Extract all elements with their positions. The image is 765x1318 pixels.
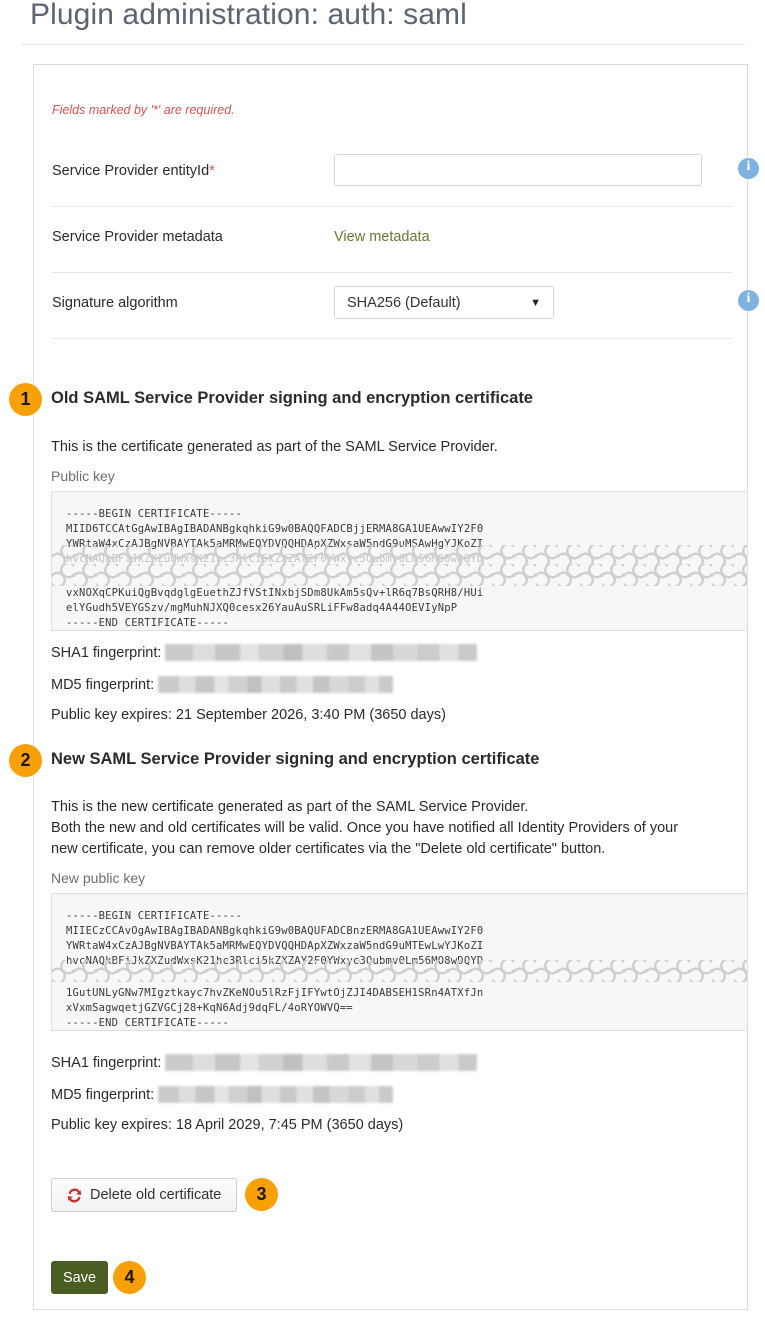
new-key-expiry: Public key expires: 18 April 2029, 7:45 … [51, 1117, 404, 1133]
label-metadata: Service Provider metadata [52, 229, 223, 245]
label-entityid-text: Service Provider entityId [52, 163, 210, 179]
md5-value-redacted [158, 676, 394, 693]
section-heading-old-certificate: Old SAML Service Provider signing and en… [51, 389, 533, 407]
title-divider [22, 44, 745, 45]
info-icon[interactable] [738, 290, 759, 311]
cert-line: YWRtaW4xCzAJBgNVBAYTAk5aMRMwEQYDVQQHDApX… [66, 538, 484, 550]
cert-line: vxNOXqCPKuiQgBvqdglgEuethZJfVStINxbjSDm8… [66, 587, 484, 599]
new-certificate-box[interactable]: -----BEGIN CERTIFICATE----- MIIECzCCAvOg… [51, 893, 748, 1031]
public-key-label: Public key [51, 468, 115, 484]
sha1-value-redacted [165, 644, 478, 661]
cert-line: MIIECzCCAvOgAwIBAgIBADANBgkqhkiG9w0BAQUF… [66, 925, 484, 937]
chevron-down-icon: ▼ [530, 297, 541, 309]
section-description-old: This is the certificate generated as par… [51, 439, 498, 455]
cert-line: elYGudh5VEYGSzv/mgMuhNJXQ0cesx26YauAuSRL… [66, 602, 458, 614]
label-entityid: Service Provider entityId* [52, 163, 215, 179]
page-title: Plugin administration: auth: saml [30, 0, 467, 31]
redaction-gap [52, 564, 747, 570]
cert-line: -----BEGIN CERTIFICATE----- [66, 508, 243, 520]
form-row-signature-algorithm: Signature algorithm SHA256 (Default) ▼ [52, 273, 759, 339]
new-sha1-fingerprint: SHA1 fingerprint: [51, 1054, 478, 1071]
cert-line: xVxmSagwqetjGZVGCj28+KqN6Adj9dqFL/4oRYOW… [66, 1002, 353, 1014]
delete-old-certificate-label: Delete old certificate [90, 1187, 222, 1203]
section-heading-new-certificate: New SAML Service Provider signing and en… [51, 750, 540, 768]
old-key-expiry: Public key expires: 21 September 2026, 3… [51, 707, 446, 723]
md5-label: MD5 fingerprint: [51, 677, 155, 693]
cert-line: -----END CERTIFICATE----- [66, 617, 230, 629]
cert-line: MIID6TCCAtGgAwIBAgIBADANBgkqhkiG9w0BAQQF… [66, 523, 484, 535]
step-badge-4: 4 [113, 1261, 146, 1294]
description-line-2: Both the new and old certificates will b… [51, 820, 679, 836]
save-button[interactable]: Save [51, 1261, 108, 1294]
cert-line: YWRtaW4xCzAJBgNVBAYTAk5aMRMwEQYDVQQHDApX… [66, 940, 484, 952]
form-row-entityid: Service Provider entityId* [52, 141, 759, 207]
md5-label: MD5 fingerprint: [51, 1087, 155, 1103]
old-md5-fingerprint: MD5 fingerprint: [51, 676, 394, 693]
old-certificate-box[interactable]: -----BEGIN CERTIFICATE----- MIID6TCCAtGg… [51, 491, 748, 631]
sha1-label: SHA1 fingerprint: [51, 1055, 162, 1071]
old-sha1-fingerprint: SHA1 fingerprint: [51, 644, 478, 661]
required-asterisk: * [209, 163, 215, 179]
new-public-key-label: New public key [51, 870, 146, 886]
new-md5-fingerprint: MD5 fingerprint: [51, 1086, 394, 1103]
required-fields-note: Fields marked by '*' are required. [52, 103, 235, 117]
delete-old-certificate-button[interactable]: Delete old certificate [51, 1178, 237, 1212]
step-badge-2: 2 [9, 744, 42, 777]
signature-algorithm-select[interactable]: SHA256 (Default) ▼ [334, 286, 554, 319]
cert-line: 1GutUNLyGNw7MIgztkayc7hvZKeNOu5lRzFjIFYw… [66, 987, 484, 999]
label-signature-algorithm: Signature algorithm [52, 295, 178, 311]
step-badge-3: 3 [245, 1178, 278, 1211]
entityid-input[interactable] [334, 154, 702, 186]
refresh-icon [66, 1187, 83, 1204]
md5-value-redacted [158, 1086, 394, 1103]
info-icon[interactable] [738, 158, 759, 179]
description-line-3: new certificate, you can remove older ce… [51, 841, 606, 857]
sha1-label: SHA1 fingerprint: [51, 645, 162, 661]
form-row-metadata: Service Provider metadata View metadata [52, 207, 732, 273]
step-badge-1: 1 [9, 383, 42, 416]
cert-line: -----END CERTIFICATE----- [66, 1017, 230, 1029]
signature-algorithm-value: SHA256 (Default) [347, 295, 461, 311]
sha1-value-redacted [165, 1054, 478, 1071]
section-description-new: This is the new certificate generated as… [51, 797, 721, 860]
view-metadata-link[interactable]: View metadata [334, 229, 430, 245]
plugin-admin-page: Plugin administration: auth: saml Fields… [0, 0, 765, 1318]
cert-line: hvcNAQkBFiJkZXZudWxsK21hc3Rlci5kZXZAY2F0… [66, 955, 484, 967]
description-line-1: This is the new certificate generated as… [51, 799, 529, 815]
cert-line: -----BEGIN CERTIFICATE----- [66, 910, 243, 922]
